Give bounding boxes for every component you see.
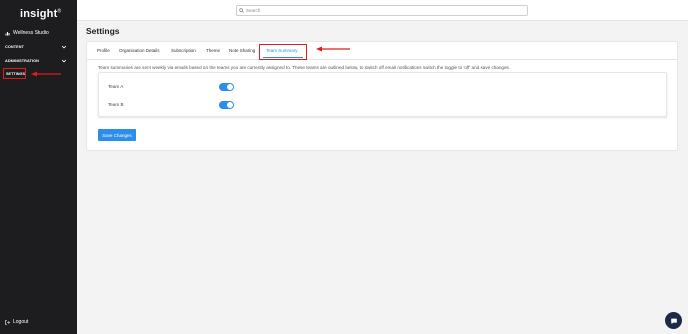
annotation-arrow	[31, 71, 61, 77]
search-icon	[239, 8, 244, 13]
org-name: Wellness Studio	[13, 30, 49, 36]
nav-settings[interactable]: SETTINGS	[3, 68, 26, 79]
logout-label: Logout	[13, 319, 29, 325]
org-name-row[interactable]: Wellness Studio	[5, 30, 49, 36]
tab-theme[interactable]: Theme	[206, 48, 220, 53]
chevron-down-icon[interactable]	[61, 44, 67, 50]
chat-launcher-button[interactable]	[665, 312, 682, 329]
team-b-label: Team B	[108, 102, 124, 107]
team-summary-description: Team summaries are sent weekly via email…	[98, 65, 511, 70]
annotation-arrow	[316, 46, 350, 52]
logout-icon	[5, 319, 10, 325]
logo-text: insight	[20, 8, 58, 20]
chevron-down-icon[interactable]	[61, 58, 67, 64]
top-bar	[77, 0, 688, 21]
nav-content[interactable]: CONTENT	[5, 45, 24, 49]
annotation-highlight-box	[259, 44, 307, 60]
tab-note-sharing[interactable]: Note Sharing	[229, 48, 255, 53]
nav-settings-label: SETTINGS	[6, 71, 25, 76]
settings-card: Profile Organisation Details Subscriptio…	[86, 41, 678, 151]
nav-administration[interactable]: ADMINISTRATION	[5, 59, 39, 63]
sidebar: insight® Wellness Studio CONTENT ADMINIS…	[0, 0, 77, 334]
search-box[interactable]	[236, 5, 528, 16]
chat-icon	[670, 318, 677, 324]
teams-panel: Team A Team B	[98, 72, 667, 117]
settings-tabs: Profile Organisation Details Subscriptio…	[87, 42, 677, 60]
toggle-knob	[227, 84, 233, 90]
toggle-knob	[227, 102, 233, 108]
team-a-toggle[interactable]	[219, 83, 234, 91]
search-input[interactable]	[246, 8, 506, 13]
team-a-label: Team A	[108, 84, 124, 89]
tab-subscription[interactable]: Subscription	[171, 48, 196, 53]
tab-profile[interactable]: Profile	[97, 48, 110, 53]
insight-logo[interactable]: insight®	[20, 8, 61, 20]
bar-chart-icon	[5, 31, 10, 35]
team-b-toggle[interactable]	[219, 101, 234, 109]
tab-organisation-details[interactable]: Organisation Details	[119, 48, 160, 53]
page-title: Settings	[86, 26, 120, 36]
save-changes-button[interactable]: Save Changes	[98, 129, 136, 141]
logout-button[interactable]: Logout	[5, 319, 28, 325]
